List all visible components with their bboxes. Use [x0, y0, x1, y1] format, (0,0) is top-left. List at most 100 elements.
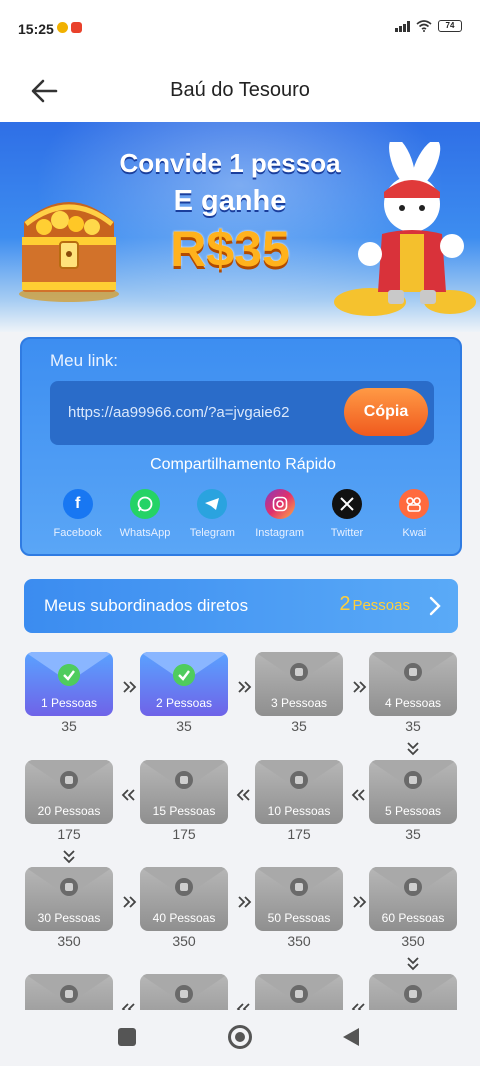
- direct-subordinates-row[interactable]: Meus subordinados diretos 2 Pessoas: [24, 579, 458, 633]
- instagram-icon: [264, 489, 295, 519]
- home-button[interactable]: [228, 1025, 252, 1049]
- reward-tier[interactable]: 3 Pessoas 35: [255, 652, 343, 734]
- share-instagram[interactable]: Instagram: [246, 489, 313, 539]
- banner-amount: R$35: [170, 221, 290, 277]
- x-icon: [331, 489, 362, 519]
- reward-tier[interactable]: 40 Pessoas 350: [140, 867, 228, 949]
- link-field[interactable]: https://aa99966.com/?a=jvgaie62 Cópia: [50, 381, 434, 445]
- app-notification-icon: [71, 22, 82, 33]
- subordinates-count-value: 2: [339, 593, 351, 615]
- subordinates-unit: Pessoas: [352, 597, 410, 614]
- reward-tier[interactable]: 10 Pessoas 175: [255, 760, 343, 842]
- double-chevron-left-icon: [351, 1003, 365, 1010]
- wifi-icon: [416, 20, 432, 32]
- locked-envelope: [25, 974, 113, 1010]
- reward-tier[interactable]: 4 Pessoas 35: [369, 652, 457, 734]
- tier-label: 4 Pessoas: [384, 696, 442, 710]
- reward-tier[interactable]: [25, 974, 113, 1010]
- tier-reward: 35: [405, 826, 421, 842]
- reward-tier[interactable]: 20 Pessoas 175: [25, 760, 113, 842]
- double-chevron-down-icon: [63, 850, 75, 864]
- reward-tier[interactable]: [140, 974, 228, 1010]
- coin-icon: [290, 663, 308, 681]
- status-bar: 15:25 74: [0, 0, 480, 58]
- double-chevron-right-icon: [353, 896, 367, 908]
- link-url: https://aa99966.com/?a=jvgaie62: [68, 404, 290, 421]
- double-chevron-right-icon: [238, 896, 252, 908]
- status-time: 15:25: [18, 21, 54, 37]
- check-icon: [173, 664, 195, 686]
- locked-envelope: 50 Pessoas: [255, 867, 343, 931]
- reward-tier[interactable]: 5 Pessoas 35: [369, 760, 457, 842]
- reward-tier[interactable]: [255, 974, 343, 1010]
- reward-tier[interactable]: 50 Pessoas 350: [255, 867, 343, 949]
- reward-tier[interactable]: 2 Pessoas 35: [140, 652, 228, 734]
- share-telegram[interactable]: Telegram: [179, 489, 246, 539]
- coin-icon: [60, 985, 78, 1003]
- tier-label: 3 Pessoas: [270, 696, 328, 710]
- reward-tier[interactable]: 15 Pessoas 175: [140, 760, 228, 842]
- share-kwai[interactable]: Kwai: [381, 489, 448, 539]
- reward-tier[interactable]: 1 Pessoas 35: [25, 652, 113, 734]
- tier-label: 20 Pessoas: [37, 804, 101, 818]
- recent-apps-button[interactable]: [118, 1028, 136, 1046]
- share-facebook[interactable]: f Facebook: [44, 489, 111, 539]
- double-chevron-down-icon: [407, 742, 419, 756]
- reward-tier[interactable]: 30 Pessoas 350: [25, 867, 113, 949]
- share-title: Compartilhamento Rápido: [150, 456, 336, 473]
- tier-reward: 175: [57, 826, 81, 842]
- link-label: Meu link:: [50, 351, 119, 370]
- share-twitter[interactable]: Twitter: [313, 489, 380, 539]
- page-header: Baú do Tesouro: [0, 58, 480, 122]
- share-label: Facebook: [53, 527, 102, 539]
- locked-envelope: 40 Pessoas: [140, 867, 228, 931]
- promo-banner: Convide 1 pessoa E ganhe R$35: [0, 122, 480, 332]
- tier-reward: 35: [405, 718, 421, 734]
- reward-tier[interactable]: 60 Pessoas 350: [369, 867, 457, 949]
- locked-envelope: 60 Pessoas: [369, 867, 457, 931]
- double-chevron-right-icon: [353, 681, 367, 693]
- tier-reward: 175: [287, 826, 311, 842]
- double-chevron-left-icon: [121, 789, 135, 801]
- double-chevron-right-icon: [123, 681, 137, 693]
- reward-grid: 1 Pessoas 35 2 Pessoas 35 3 Pessoas 35 4 Pesso…: [0, 650, 480, 1010]
- signal-icon: [395, 20, 410, 32]
- banner-subheadline: E ganhe: [173, 185, 287, 217]
- tier-label: 60 Pessoas: [381, 911, 445, 925]
- share-whatsapp[interactable]: WhatsApp: [111, 489, 178, 539]
- tier-reward: 350: [57, 933, 81, 949]
- tier-reward: 350: [172, 933, 196, 949]
- coin-icon: [290, 771, 308, 789]
- double-chevron-left-icon: [351, 789, 365, 801]
- double-chevron-right-icon: [123, 896, 137, 908]
- tier-reward: 175: [172, 826, 196, 842]
- copy-button[interactable]: Cópia: [344, 388, 428, 436]
- locked-envelope: 30 Pessoas: [25, 867, 113, 931]
- kwai-icon: [399, 489, 430, 519]
- tier-label: 50 Pessoas: [267, 911, 331, 925]
- coin-icon: [60, 771, 78, 789]
- subordinates-count: 2 Pessoas: [339, 593, 410, 616]
- tier-label: 2 Pessoas: [155, 696, 213, 710]
- nav-back-icon[interactable]: [341, 1026, 361, 1048]
- coin-icon: [290, 878, 308, 896]
- locked-envelope: 15 Pessoas: [140, 760, 228, 824]
- chevron-right-icon: [429, 596, 441, 616]
- coin-icon: [404, 878, 422, 896]
- notification-icon: [57, 22, 68, 33]
- subordinates-label: Meus subordinados diretos: [44, 596, 249, 615]
- locked-envelope: [255, 974, 343, 1010]
- double-chevron-down-icon: [407, 957, 419, 971]
- tier-label: 15 Pessoas: [152, 804, 216, 818]
- coin-icon: [404, 663, 422, 681]
- invite-link-card: Meu link: https://aa99966.com/?a=jvgaie6…: [20, 337, 462, 556]
- whatsapp-icon: [129, 489, 160, 519]
- opened-envelope: 1 Pessoas: [25, 652, 113, 716]
- coin-icon: [290, 985, 308, 1003]
- reward-tier[interactable]: [369, 974, 457, 1010]
- share-label: Kwai: [402, 527, 427, 539]
- coin-icon: [404, 771, 422, 789]
- tier-label: 30 Pessoas: [37, 911, 101, 925]
- share-label: Instagram: [255, 527, 305, 539]
- double-chevron-right-icon: [238, 681, 252, 693]
